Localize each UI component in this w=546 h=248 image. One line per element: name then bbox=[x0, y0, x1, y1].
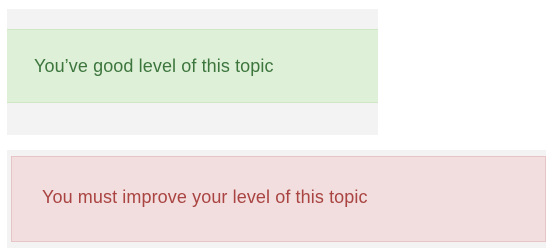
success-alert-container: You’ve good level of this topic bbox=[7, 9, 378, 135]
danger-alert-container: You must improve your level of this topi… bbox=[7, 150, 546, 248]
page: You’ve good level of this topic You must… bbox=[0, 0, 546, 248]
danger-alert: You must improve your level of this topi… bbox=[11, 156, 546, 242]
success-alert-message: You’ve good level of this topic bbox=[34, 55, 274, 76]
danger-alert-message: You must improve your level of this topi… bbox=[42, 186, 368, 207]
success-alert: You’ve good level of this topic bbox=[7, 29, 378, 103]
